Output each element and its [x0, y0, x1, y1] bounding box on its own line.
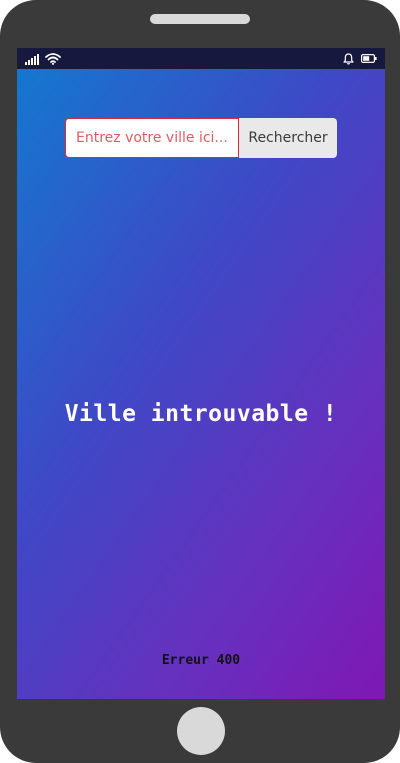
error-message: Ville introuvable !: [64, 401, 338, 427]
status-left: [25, 52, 61, 65]
search-bar: Rechercher: [65, 118, 337, 158]
speaker-grille: [150, 14, 250, 24]
signal-icon: [25, 54, 39, 65]
phone-screen: Rechercher Ville introuvable ! Erreur 40…: [17, 48, 385, 699]
search-button[interactable]: Rechercher: [239, 118, 337, 158]
phone-frame: Rechercher Ville introuvable ! Erreur 40…: [0, 0, 400, 763]
city-search-input[interactable]: [65, 118, 239, 158]
home-button[interactable]: [177, 707, 225, 755]
app-content: Rechercher Ville introuvable ! Erreur 40…: [17, 69, 385, 699]
wifi-icon: [45, 53, 61, 65]
bell-icon: [343, 52, 354, 65]
error-code: Erreur 400: [161, 653, 241, 668]
status-right: [343, 52, 377, 65]
status-bar: [17, 48, 385, 69]
battery-icon: [361, 54, 377, 63]
